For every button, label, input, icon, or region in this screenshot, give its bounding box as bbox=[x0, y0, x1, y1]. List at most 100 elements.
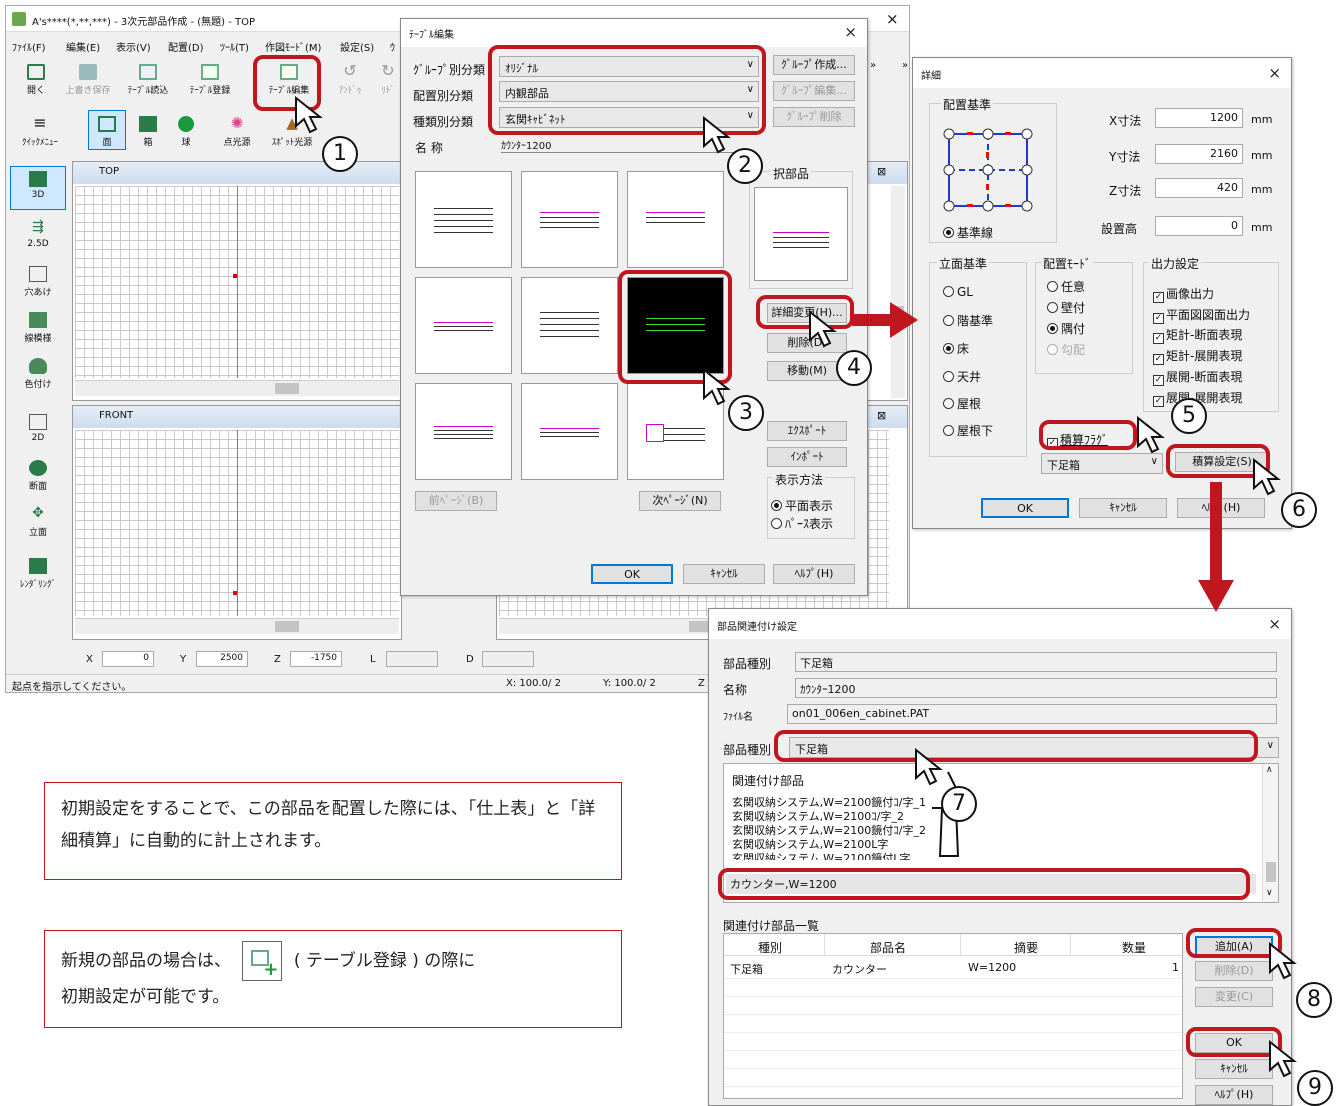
part-thumb-3[interactable] bbox=[627, 171, 724, 268]
radio-plan[interactable] bbox=[771, 500, 782, 511]
tool-box[interactable]: 箱 bbox=[130, 116, 166, 148]
table-ok-button[interactable]: OK bbox=[591, 564, 673, 584]
mode-opt-wall[interactable]: 壁付 bbox=[1047, 299, 1085, 316]
detail-help-button[interactable]: ﾍﾙﾌﾟ(H) bbox=[1177, 498, 1265, 518]
assoc-change-button[interactable]: 変更(C) bbox=[1195, 987, 1273, 1007]
view-right-bottom-close-icon[interactable]: ⊠ bbox=[877, 409, 886, 422]
view-close-icon[interactable]: ⊠ bbox=[877, 165, 886, 178]
radio-floor[interactable] bbox=[943, 343, 954, 354]
menu-draw-mode[interactable]: 作図ﾓｰﾄﾞ(M) bbox=[265, 39, 321, 54]
menu-view[interactable]: 表示(V) bbox=[116, 39, 151, 54]
menu-file[interactable]: ﾌｧｲﾙ(F) bbox=[12, 39, 46, 54]
tool-table-load[interactable]: ﾃｰﾌﾞﾙ読込 bbox=[122, 64, 174, 96]
sidebar-coloring[interactable]: 色付け bbox=[10, 358, 66, 390]
assoc-delete-button[interactable]: 削除(D) bbox=[1195, 961, 1273, 981]
assoc-help-button[interactable]: ﾍﾙﾌﾟ(H) bbox=[1195, 1085, 1273, 1105]
mode-opt-slope[interactable]: 勾配 bbox=[1047, 341, 1085, 358]
table-edit-close-icon[interactable]: × bbox=[844, 23, 857, 41]
sidebar-line-pattern[interactable]: 線模様 bbox=[10, 312, 66, 344]
radio-wall[interactable] bbox=[1047, 302, 1058, 313]
coord-l-field[interactable] bbox=[386, 651, 438, 667]
tool-point-light[interactable]: ✺ 点光源 bbox=[214, 116, 260, 149]
elev-opt-ceiling[interactable]: 天井 bbox=[943, 368, 981, 385]
radio-roof[interactable] bbox=[943, 398, 954, 409]
x-dim-field[interactable]: 1200 bbox=[1155, 108, 1243, 128]
elev-opt-floor-base[interactable]: 階基準 bbox=[943, 312, 993, 329]
detail-ok-button[interactable]: OK bbox=[981, 498, 1069, 518]
part-thumb-2[interactable] bbox=[521, 171, 618, 268]
baseline-option[interactable]: 基準線 bbox=[943, 224, 993, 241]
table-cancel-button[interactable]: ｷｬﾝｾﾙ bbox=[683, 564, 765, 584]
next-page-button[interactable]: 次ﾍﾟｰｼﾞ(N) bbox=[639, 491, 721, 511]
scroll-down-icon[interactable]: ∨ bbox=[1266, 888, 1273, 898]
main-close-icon[interactable]: × bbox=[886, 10, 899, 28]
overflow-chevron-2[interactable]: » bbox=[902, 60, 908, 71]
out-opt-plan[interactable]: ✓ 平面図図面出力 bbox=[1153, 306, 1250, 324]
mode-opt-corner[interactable]: 隅付 bbox=[1047, 320, 1085, 337]
check-tenkai-elev[interactable]: ✓ bbox=[1153, 396, 1164, 407]
check-kanakei-elev[interactable]: ✓ bbox=[1153, 354, 1164, 365]
col-qty[interactable]: 数量 bbox=[1122, 939, 1146, 956]
menu-more[interactable]: ｳ bbox=[390, 39, 395, 54]
sidebar-2-5d[interactable]: ⇶ 2.5D bbox=[10, 220, 66, 249]
assoc-list-scrollbar[interactable]: ∧ ∨ bbox=[1262, 764, 1278, 902]
out-opt-kanakei-section[interactable]: ✓ 矩計-断面表現 bbox=[1153, 326, 1242, 344]
col-summary[interactable]: 摘要 bbox=[1014, 939, 1038, 956]
menu-place[interactable]: 配置(D) bbox=[168, 39, 204, 54]
check-kanakei-section[interactable]: ✓ bbox=[1153, 333, 1164, 344]
sidebar-rendering[interactable]: ﾚﾝﾀﾞﾘﾝｸﾞ bbox=[10, 558, 66, 590]
col-kind[interactable]: 種別 bbox=[758, 939, 782, 956]
z-dim-field[interactable]: 420 bbox=[1155, 178, 1243, 198]
mode-opt-any[interactable]: 任意 bbox=[1047, 278, 1085, 295]
radio-corner[interactable] bbox=[1047, 323, 1058, 334]
part-thumb-8[interactable] bbox=[521, 383, 618, 480]
radio-any[interactable] bbox=[1047, 281, 1058, 292]
radio-under-roof[interactable] bbox=[943, 425, 954, 436]
estimate-kind-select[interactable]: 下足箱 ∨ bbox=[1041, 453, 1163, 474]
prev-page-button[interactable]: 前ﾍﾟｰｼﾞ(B) bbox=[415, 491, 497, 511]
tool-open[interactable]: 開く bbox=[16, 64, 56, 96]
view-front-hscroll-thumb[interactable] bbox=[275, 621, 299, 632]
tool-undo[interactable]: ↺ ｱﾝﾄﾞｩ bbox=[332, 63, 368, 97]
view-right-scroll[interactable] bbox=[891, 186, 905, 398]
assoc-close-icon[interactable]: × bbox=[1268, 615, 1281, 633]
y-dim-field[interactable]: 2160 bbox=[1155, 144, 1243, 164]
scroll-up-icon[interactable]: ∧ bbox=[1266, 765, 1273, 775]
coord-z-field[interactable]: -1750 bbox=[290, 651, 342, 667]
view-top-hscroll[interactable] bbox=[75, 380, 399, 396]
part-thumb-4[interactable] bbox=[415, 277, 512, 374]
elev-opt-under-roof[interactable]: 屋根下 bbox=[943, 422, 993, 439]
out-opt-image[interactable]: ✓ 画像出力 bbox=[1153, 285, 1214, 303]
sidebar-section[interactable]: 断面 bbox=[10, 460, 66, 492]
tool-quick-menu[interactable]: ≡ ｸｲｯｸﾒﾆｭｰ bbox=[10, 115, 70, 149]
assoc-cancel-button[interactable]: ｷｬﾝｾﾙ bbox=[1195, 1059, 1273, 1079]
view-right-scroll-thumb[interactable] bbox=[892, 306, 904, 328]
sidebar-hole[interactable]: 穴あけ bbox=[10, 266, 66, 298]
check-tenkai-section[interactable]: ✓ bbox=[1153, 375, 1164, 386]
view-top-hscroll-thumb[interactable] bbox=[275, 383, 299, 394]
elev-opt-floor[interactable]: 床 bbox=[943, 340, 969, 357]
menu-edit[interactable]: 編集(E) bbox=[66, 39, 100, 54]
coord-y-field[interactable]: 2500 bbox=[196, 651, 248, 667]
part-thumb-1[interactable] bbox=[415, 171, 512, 268]
radio-ceiling[interactable] bbox=[943, 371, 954, 382]
table-row[interactable]: 下足箱 カウンター W=1200 1 bbox=[724, 958, 1182, 976]
detail-close-icon[interactable]: × bbox=[1268, 64, 1281, 82]
menu-settings[interactable]: 設定(S) bbox=[340, 39, 374, 54]
menu-tool[interactable]: ﾂｰﾙ(T) bbox=[220, 39, 249, 54]
sidebar-elevation[interactable]: ✥ 立面 bbox=[10, 506, 66, 538]
radio-perspective[interactable] bbox=[771, 518, 782, 529]
tool-sphere[interactable]: 球 bbox=[168, 116, 204, 148]
assoc-scroll-thumb[interactable] bbox=[1266, 862, 1276, 882]
tool-table-register[interactable]: ﾃｰﾌﾞﾙ登録 bbox=[184, 64, 236, 96]
view-front-hscroll[interactable] bbox=[75, 618, 399, 634]
out-opt-tenkai-section[interactable]: ✓ 展開-断面表現 bbox=[1153, 368, 1242, 386]
out-opt-kanakei-elev[interactable]: ✓ 矩計-展開表現 bbox=[1153, 347, 1242, 365]
list-item[interactable]: 玄関収納システム,W=2100鏡付L字 bbox=[732, 850, 910, 860]
part-thumb-5[interactable] bbox=[521, 277, 618, 374]
move-part-button[interactable]: 移動(M) bbox=[767, 361, 847, 381]
elev-opt-roof[interactable]: 屋根 bbox=[943, 395, 981, 412]
detail-cancel-button[interactable]: ｷｬﾝｾﾙ bbox=[1079, 498, 1167, 518]
elev-opt-gl[interactable]: GL bbox=[943, 285, 973, 299]
height-field[interactable]: 0 bbox=[1155, 216, 1243, 236]
